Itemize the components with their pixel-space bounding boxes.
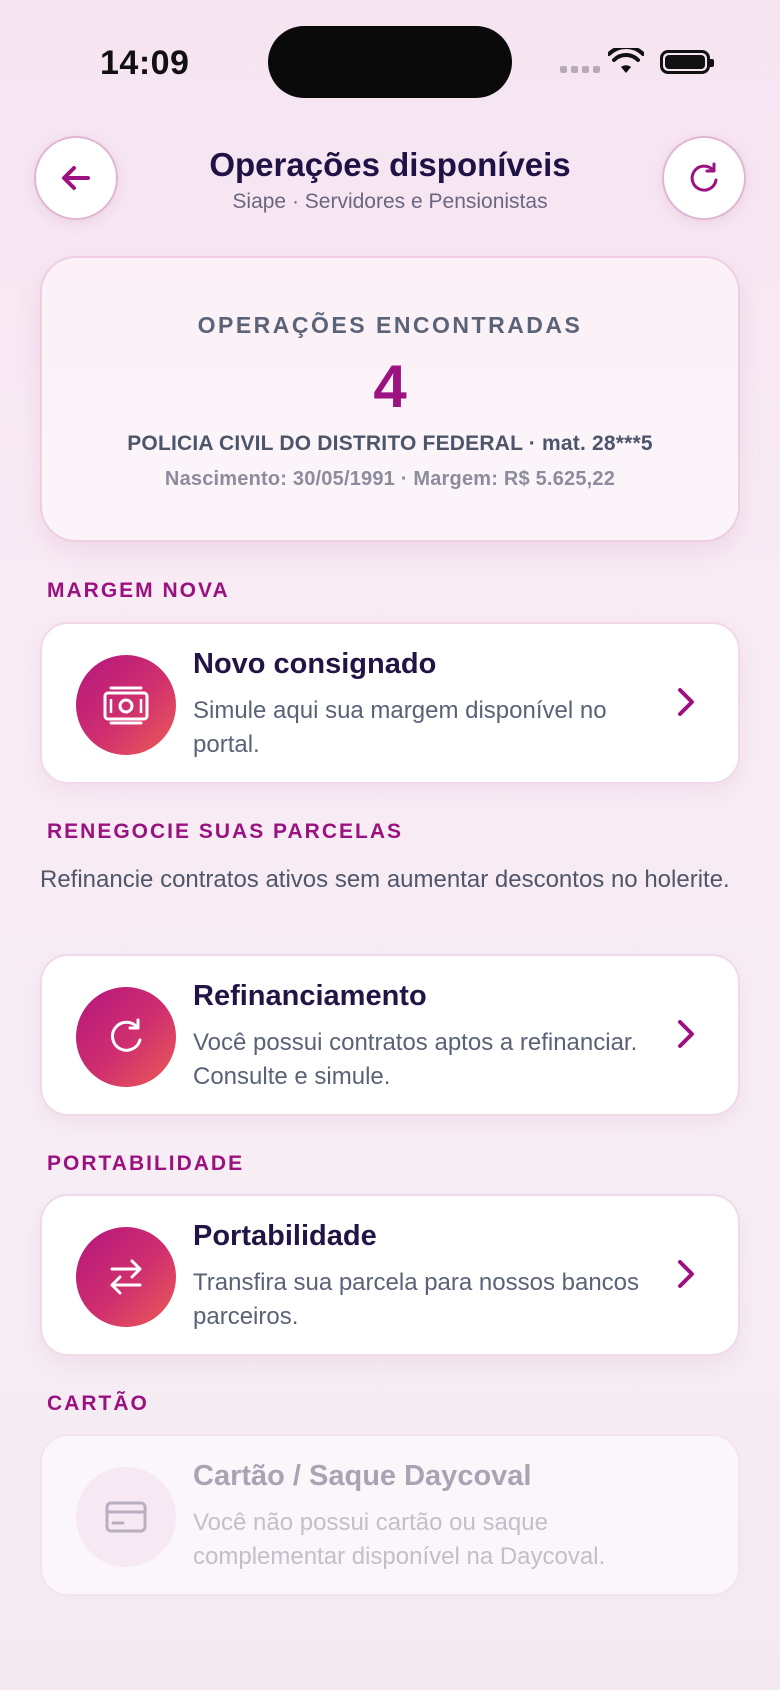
chevron-right-icon [678,1260,694,1288]
card-description: Transfira sua parcela para nossos bancos… [193,1269,640,1330]
section-title-renegocie: RENEGOCIE SUAS PARCELAS [47,820,403,843]
card-description: Simule aqui sua margem disponível no por… [193,697,607,758]
card-title: Novo consignado [193,648,437,680]
chevron-right-icon [678,1020,694,1048]
card-icon-container [76,987,176,1087]
page-subtitle: Siape · Servidores e Pensionistas [232,190,548,213]
summary-card: OPERAÇÕES ENCONTRADAS 4 POLICIA CIVIL DO… [40,256,740,542]
refresh-icon [111,1018,142,1052]
section-description-renegocie: Refinancie contratos ativos sem aumentar… [40,866,730,893]
battery-icon [660,50,714,74]
money-icon [103,686,149,725]
birth-margin-line: Nascimento: 30/05/1991 · Margem: R$ 5.62… [164,468,616,490]
credit-card-icon [105,1501,147,1533]
chevron-right-icon [678,688,694,716]
card-cartao-saque-daycoval: Cartão / Saque Daycoval Você não possui … [40,1434,740,1596]
refresh-icon [690,162,718,192]
transfer-icon [110,1259,142,1295]
operations-count: 4 [373,353,407,420]
wifi-icon [607,44,645,81]
section-title-portabilidade: PORTABILIDADE [47,1152,245,1175]
card-description: Você possui contratos aptos a refinancia… [193,1029,638,1090]
refresh-button[interactable] [662,136,746,220]
card-icon-container [76,1467,176,1567]
dynamic-island [268,26,512,98]
card-title: Refinanciamento [193,980,427,1012]
summary-label: OPERAÇÕES ENCONTRADAS [197,312,583,338]
card-title: Portabilidade [193,1220,377,1252]
card-refinanciamento[interactable]: Refinanciamento Você possui contratos ap… [40,954,740,1116]
section-title-margem-nova: MARGEM NOVA [47,579,230,602]
cellular-signal-icon [560,66,600,73]
status-bar: 14:09 [0,0,780,130]
section-title-cartao: CARTÃO [47,1392,149,1415]
card-title: Cartão / Saque Daycoval [193,1460,532,1492]
organization-line: POLICIA CIVIL DO DISTRITO FEDERAL · mat.… [127,432,653,455]
card-icon-container [76,655,176,755]
card-icon-container [76,1227,176,1327]
status-time: 14:09 [100,44,190,82]
card-novo-consignado[interactable]: Novo consignado Simule aqui sua margem d… [40,622,740,784]
card-portabilidade[interactable]: Portabilidade Transfira sua parcela para… [40,1194,740,1356]
card-description: Você não possui cartão ou saque compleme… [193,1509,606,1570]
